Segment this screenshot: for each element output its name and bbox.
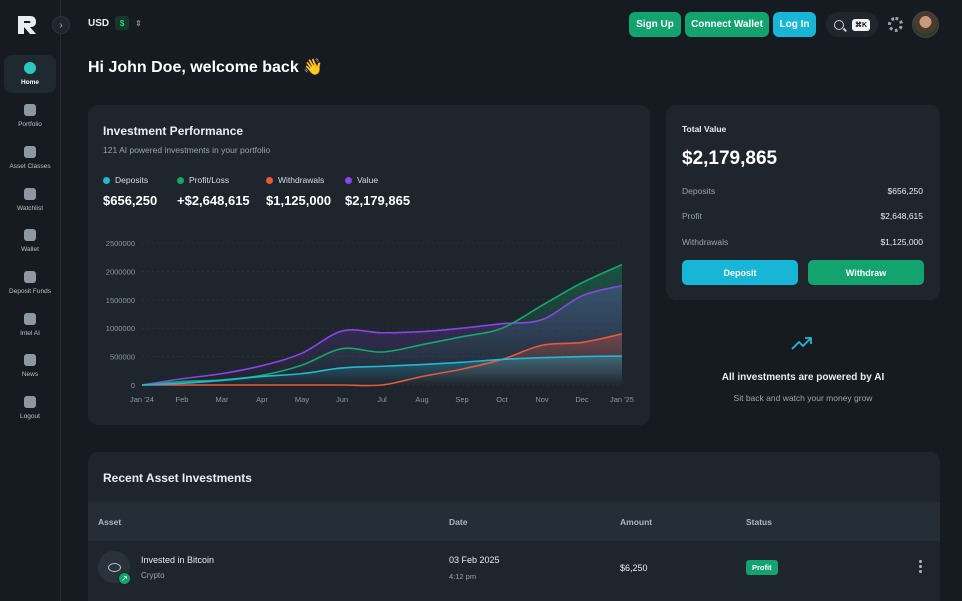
portfolio-icon (24, 104, 36, 116)
total-value: $2,179,865 (682, 148, 778, 169)
status-badge: Profit (746, 560, 778, 575)
arrow-up-right-icon: ↗ (118, 572, 131, 585)
sidebar: Home Portfolio Asset Classes Watchlist W… (0, 0, 61, 601)
deposits-value: $656,250 (887, 186, 923, 196)
x-tick-label: Feb (176, 395, 189, 404)
y-tick-label: 1500000 (106, 296, 135, 305)
row-time: 4:12 pm (449, 572, 477, 581)
withdrawals-value: $1,125,000 (880, 237, 923, 247)
sidebar-collapse-button[interactable]: › (52, 16, 70, 34)
nav-label: Asset Classes (9, 163, 51, 170)
page-title: Hi John Doe, welcome back 👋 (88, 59, 324, 76)
y-tick-label: 2500000 (106, 239, 135, 248)
asset-name: Invested in Bitcoin (141, 555, 215, 565)
table-header: Asset Date Amount Status (88, 502, 940, 541)
gear-icon[interactable] (888, 17, 903, 32)
deposit-button[interactable]: Deposit (682, 260, 798, 285)
connect-wallet-button[interactable]: Connect Wallet (685, 12, 769, 37)
column-status: Status (746, 517, 772, 527)
nav-label: Wallet (21, 246, 39, 253)
nav-label: Intel AI (20, 330, 40, 337)
performance-chart: 0 500000 1000000 1500000 2000000 2500000 Jan '… (106, 239, 634, 404)
watchlist-icon (24, 188, 36, 200)
nav-asset-classes[interactable]: Asset Classes (4, 139, 56, 177)
profit-value: $2,648,615 (880, 211, 923, 221)
coins-icon (107, 562, 121, 572)
nav-label: Home (20, 79, 40, 86)
dollar-icon: $ (115, 16, 130, 30)
x-tick-label: Aug (415, 395, 428, 404)
profit-label: Profit (682, 211, 702, 221)
trending-up-icon (791, 337, 812, 350)
currency-selector[interactable]: USD $ ⇕ (88, 16, 142, 30)
nav-label: Portfolio (18, 121, 42, 128)
news-icon (24, 354, 36, 366)
recent-title: Recent Asset Investments (103, 471, 252, 485)
nav-label: Watchlist (16, 205, 44, 212)
x-tick-label: Sep (455, 395, 468, 404)
x-tick-label: Apr (256, 395, 268, 404)
search-icon (834, 19, 844, 30)
investment-performance-card: Investment Performance 121 AI powered in… (88, 105, 650, 425)
asset-classes-icon (24, 146, 36, 158)
nav-intel-ai[interactable]: Intel AI (4, 306, 56, 344)
column-asset: Asset (98, 517, 122, 527)
logout-icon (24, 396, 36, 408)
login-button[interactable]: Log In (773, 12, 816, 37)
avatar[interactable] (912, 11, 939, 38)
total-value-card: Total Value $2,179,865 Deposits $656,250… (666, 105, 940, 300)
more-options-icon[interactable] (919, 560, 922, 573)
nav-home[interactable]: Home (4, 55, 56, 93)
recent-investments-card: Recent Asset Investments Asset Date Amou… (88, 452, 940, 601)
column-amount: Amount (620, 517, 653, 527)
row-amount: $6,250 (620, 563, 648, 573)
withdraw-button[interactable]: Withdraw (808, 260, 924, 285)
logo-icon[interactable] (16, 14, 38, 36)
shortcut-badge: ⌘K (852, 18, 871, 31)
y-tick-label: 1000000 (106, 324, 135, 333)
nav-label: Logout (20, 413, 40, 420)
y-tick-label: 0 (131, 381, 135, 390)
nav-logout[interactable]: Logout (4, 389, 56, 427)
wallet-icon (24, 229, 36, 241)
search-button[interactable]: ⌘K (826, 12, 878, 37)
currency-code: USD (88, 17, 110, 29)
chevron-right-icon: › (59, 19, 63, 31)
nav-label: News (21, 371, 39, 378)
nav-label: Deposit Funds (9, 288, 51, 295)
withdrawals-label: Withdrawals (682, 237, 729, 247)
chevron-updown-icon: ⇕ (135, 18, 142, 28)
x-tick-label: Jan '25 (610, 395, 634, 404)
asset-class: Crypto (141, 571, 165, 580)
intel-ai-icon (24, 313, 36, 325)
total-label: Total Value (682, 124, 727, 134)
row-date: 03 Feb 2025 (449, 555, 500, 565)
nav-news[interactable]: News (4, 347, 56, 385)
home-icon (24, 62, 36, 74)
x-tick-label: Jan '24 (130, 395, 154, 404)
y-tick-label: 2000000 (106, 267, 135, 276)
x-tick-label: Jun (336, 395, 348, 404)
x-tick-label: May (295, 395, 309, 404)
x-tick-label: Dec (575, 395, 589, 404)
nav-deposit-funds[interactable]: Deposit Funds (4, 264, 56, 302)
nav-wallet[interactable]: Wallet (4, 222, 56, 260)
x-tick-label: Jul (377, 395, 387, 404)
x-tick-label: Nov (535, 395, 549, 404)
y-tick-label: 500000 (110, 353, 135, 362)
x-tick-label: Mar (216, 395, 229, 404)
deposit-funds-icon (24, 271, 36, 283)
nav-watchlist[interactable]: Watchlist (4, 181, 56, 219)
deposits-label: Deposits (682, 186, 716, 196)
ai-promo-title: All investments are powered by AI (721, 372, 885, 383)
nav-portfolio[interactable]: Portfolio (4, 97, 56, 135)
column-date: Date (449, 517, 468, 527)
signup-button[interactable]: Sign Up (629, 12, 681, 37)
ai-promo-subtitle: Sit back and watch your money grow (733, 393, 873, 403)
x-tick-label: Oct (496, 395, 509, 404)
